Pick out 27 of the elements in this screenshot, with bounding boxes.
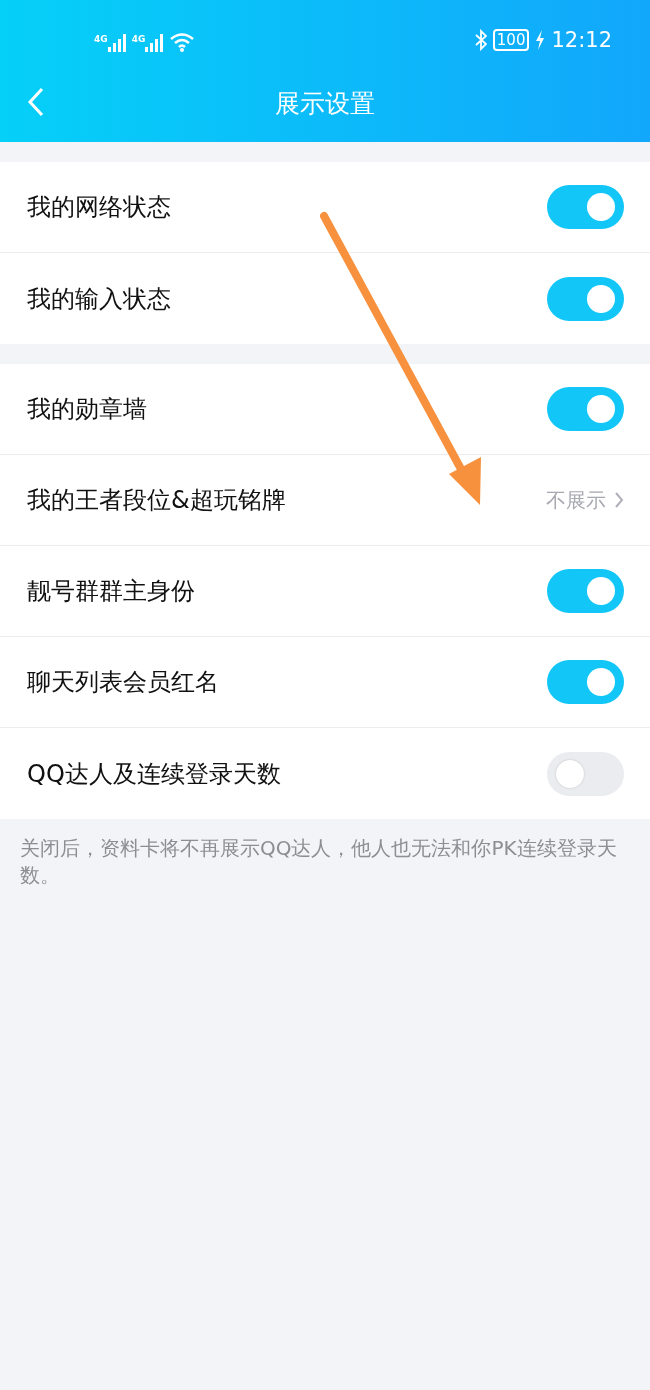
status-time: 12:12: [551, 27, 612, 52]
toggle-switch[interactable]: [547, 276, 624, 321]
signal-icon: [107, 33, 126, 52]
back-icon[interactable]: [27, 87, 45, 117]
chevron-icon[interactable]: [614, 491, 624, 509]
footer-note: 关闭后，资料卡将不再展示QQ达人，他人也无法和你PK连续登录天数。: [19, 835, 618, 889]
toggle-switch[interactable]: [547, 387, 624, 431]
network-label: 4G: [94, 33, 108, 44]
setting-label: 我的勋章墙: [27, 394, 147, 425]
setting-label: 我的王者段位&超玩铭牌: [27, 485, 286, 516]
setting-label: 我的网络状态: [27, 192, 171, 223]
bluetooth-icon: [474, 28, 487, 51]
toggle-switch[interactable]: [547, 660, 624, 704]
setting-label: 聊天列表会员红名: [27, 667, 219, 698]
wifi-icon: [169, 31, 196, 52]
battery-level: 100: [492, 28, 530, 51]
charging-icon: [535, 29, 546, 50]
network-label: 4G: [131, 33, 146, 44]
setting-label: 我的输入状态: [27, 283, 171, 315]
toggle-switch[interactable]: [547, 751, 624, 796]
setting-value[interactable]: 不展示: [546, 486, 606, 514]
signal-icon: [145, 33, 164, 52]
toggle-switch[interactable]: [547, 569, 624, 613]
toggle-switch[interactable]: [547, 185, 624, 229]
setting-label: QQ达人及连续登录天数: [27, 758, 281, 790]
page-title: 展示设置: [275, 88, 375, 120]
setting-label: 靓号群群主身份: [27, 576, 195, 607]
